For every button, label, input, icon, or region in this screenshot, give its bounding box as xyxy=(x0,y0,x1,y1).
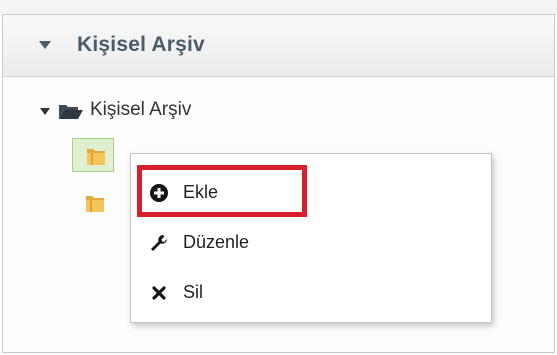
folder-open-icon xyxy=(58,102,84,125)
panel-title: Kişisel Arşiv xyxy=(77,33,205,56)
folder-icon xyxy=(84,192,106,219)
expand-toggle-icon[interactable] xyxy=(40,108,50,115)
wrench-icon xyxy=(149,233,169,253)
tree-root-label: Kişisel Arşiv xyxy=(90,99,192,120)
panel-header[interactable]: Kişisel Arşiv xyxy=(3,15,554,77)
menu-item-sil[interactable]: Sil xyxy=(131,270,491,316)
collapse-toggle-icon[interactable] xyxy=(39,41,51,49)
folder-icon xyxy=(85,145,107,172)
menu-item-label: Düzenle xyxy=(183,232,250,252)
menu-item-label: Sil xyxy=(183,282,204,302)
tree-child-node-selected[interactable] xyxy=(72,138,114,172)
top-strip xyxy=(0,0,557,14)
screenshot-frame: Kişisel Arşiv Kişisel Arşiv Ekle Düzenle… xyxy=(0,0,557,355)
annotation-highlight-box xyxy=(137,165,307,217)
menu-item-duzenle[interactable]: Düzenle xyxy=(131,220,491,266)
close-icon xyxy=(149,283,169,303)
tree-child-node[interactable] xyxy=(72,186,114,220)
